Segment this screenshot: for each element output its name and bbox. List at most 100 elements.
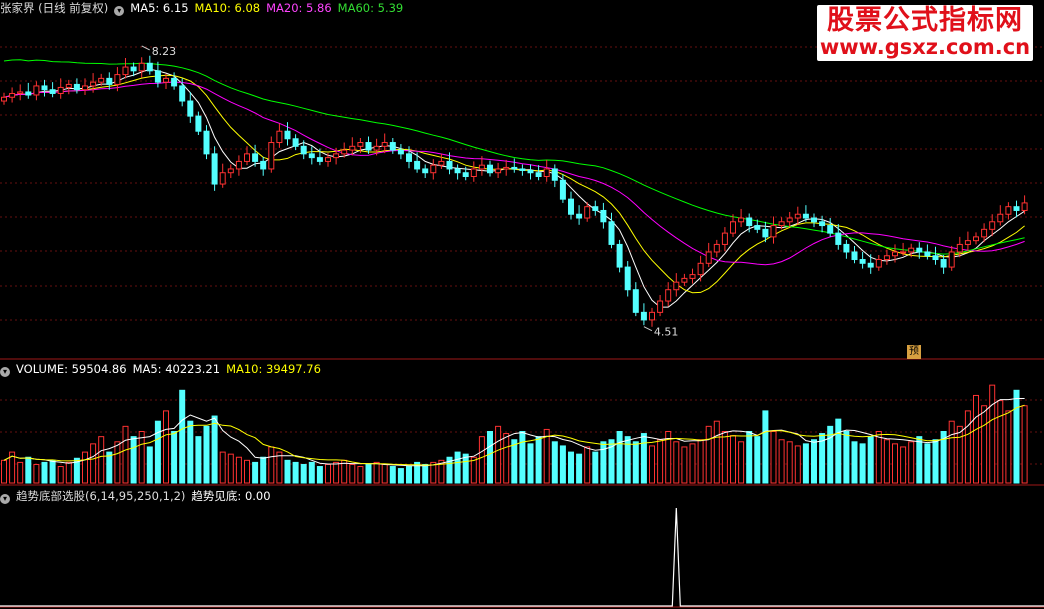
volume-bar xyxy=(227,453,234,484)
forecast-badge[interactable]: 预 xyxy=(907,345,921,359)
candle-body xyxy=(973,236,979,242)
volume-bar xyxy=(114,441,121,484)
indicator-name: 趋势底部选股(6,14,95,250,1,2) xyxy=(16,489,186,503)
candle-body xyxy=(422,168,429,174)
volume-bar xyxy=(25,456,32,484)
candle-body xyxy=(389,142,396,151)
volume-bar xyxy=(503,433,510,484)
candle-body xyxy=(17,91,24,94)
candle-body xyxy=(827,225,834,234)
candle-body xyxy=(1005,206,1012,215)
volume-bar xyxy=(495,425,502,484)
candle-body xyxy=(163,77,169,83)
candle-body xyxy=(997,213,1004,223)
stock-chart[interactable]: 8.23 4.51 xyxy=(0,0,1044,609)
candle-body xyxy=(916,247,923,253)
candle-body xyxy=(495,168,502,174)
ma10-legend: MA10: 6.08 xyxy=(194,1,261,15)
watermark-url: www.gsxz.com.cn xyxy=(819,35,1031,59)
candle-body xyxy=(908,247,915,253)
candle-body xyxy=(778,221,785,227)
volume-bar xyxy=(681,446,688,484)
candle-body xyxy=(592,206,599,211)
volume-bar xyxy=(203,425,210,484)
candle-body xyxy=(235,160,242,170)
candle-body xyxy=(146,62,153,72)
volume-bar xyxy=(57,466,64,484)
volume-bar xyxy=(673,441,680,484)
volume-bar xyxy=(705,425,712,484)
volume-bar xyxy=(900,446,907,484)
candle-body xyxy=(640,311,647,321)
candle-body xyxy=(754,225,761,230)
volume-bar xyxy=(568,451,574,484)
candle-body xyxy=(284,130,291,140)
candle-body xyxy=(794,213,801,219)
volume-bar xyxy=(592,451,599,484)
volume-bar xyxy=(657,439,664,484)
candle-body xyxy=(373,145,380,151)
volume-bar xyxy=(778,439,785,484)
candle-body xyxy=(414,160,421,170)
volume-bar xyxy=(730,435,736,484)
candle-body xyxy=(430,164,437,174)
volume-bar xyxy=(519,431,526,484)
candle-body xyxy=(487,164,493,174)
volume-bar xyxy=(908,441,915,484)
candle-body xyxy=(325,157,331,162)
candle-body xyxy=(1,96,7,102)
volume-bar xyxy=(219,451,226,484)
volume-bar xyxy=(244,459,250,484)
candle-body xyxy=(227,168,234,174)
candle-body xyxy=(244,153,250,162)
volume-bar xyxy=(179,389,186,484)
volume-bar xyxy=(65,461,72,484)
volume-bar xyxy=(924,443,931,484)
volume-bar xyxy=(130,436,137,484)
volume-bar xyxy=(235,456,242,484)
volume-bar xyxy=(487,431,493,484)
candle-body xyxy=(203,130,210,155)
volume-bar xyxy=(98,436,105,484)
candle-body xyxy=(721,232,728,245)
candle-body xyxy=(341,149,348,155)
candle-body xyxy=(511,166,518,170)
candle-body xyxy=(41,85,48,91)
candle-body xyxy=(811,217,817,223)
candle-body xyxy=(697,262,704,276)
candle-body xyxy=(446,160,453,170)
candle-body xyxy=(106,77,113,85)
indicator-spike-line xyxy=(0,507,1044,607)
volume-bar xyxy=(397,468,404,484)
candle-body xyxy=(49,89,56,94)
candle-body xyxy=(665,289,672,302)
settings-circle-icon[interactable]: ▾ xyxy=(114,6,125,16)
volume-bar xyxy=(373,461,380,484)
volume-bar xyxy=(616,431,623,484)
volume-bar xyxy=(106,451,113,484)
candle-body xyxy=(762,228,769,238)
low-pointer xyxy=(643,326,653,332)
candle-body xyxy=(73,83,80,91)
indicator-settings-icon[interactable]: ▾ xyxy=(0,494,10,504)
volume-bar xyxy=(875,431,882,484)
volume-settings-icon[interactable]: ▾ xyxy=(0,367,10,377)
candle-body xyxy=(357,142,364,147)
candle-body xyxy=(438,160,445,166)
candle-body xyxy=(179,85,186,102)
volume-bar xyxy=(333,461,340,484)
candle-body xyxy=(657,300,664,313)
volume-bar xyxy=(308,461,315,484)
volume-bar xyxy=(406,466,412,484)
candle-body xyxy=(130,66,137,72)
volume-bar xyxy=(811,439,817,484)
volume-bar xyxy=(738,441,745,484)
candle-body xyxy=(252,153,259,162)
candle-body xyxy=(770,225,777,238)
volume-bar xyxy=(122,425,129,484)
candle-body xyxy=(649,311,655,321)
candle-body xyxy=(138,62,145,72)
candle-body xyxy=(681,277,688,283)
candle-body xyxy=(875,259,882,268)
volume-bar xyxy=(867,436,874,484)
